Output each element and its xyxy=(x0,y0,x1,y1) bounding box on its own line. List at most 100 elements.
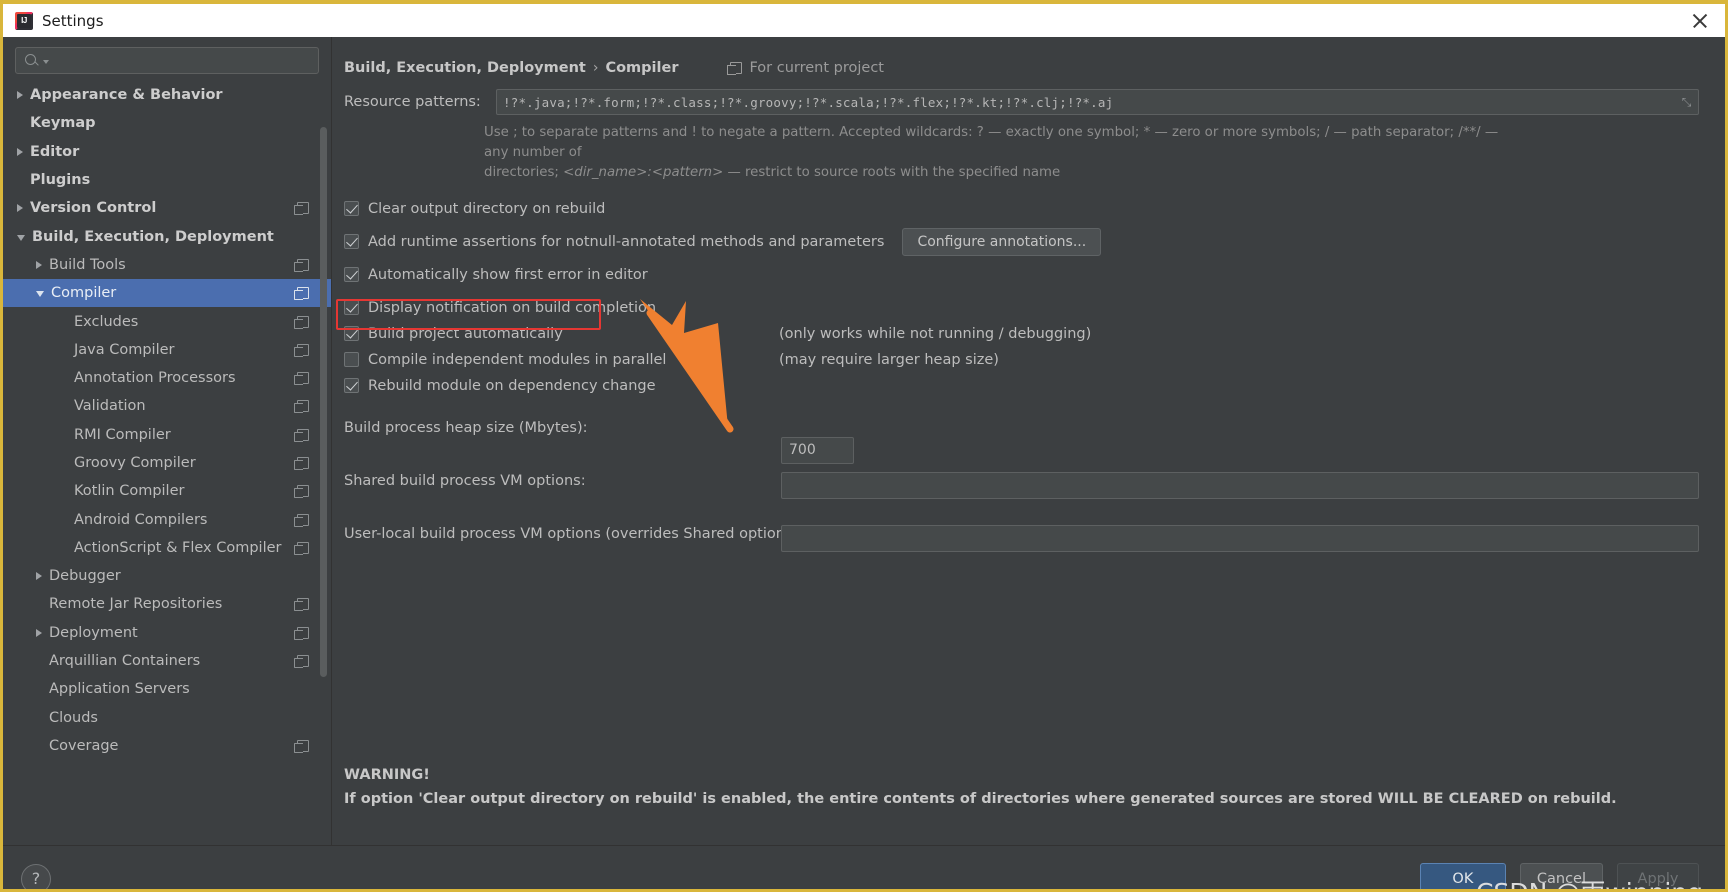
sidebar-item-compiler[interactable]: Compiler xyxy=(3,279,331,308)
sidebar-item-deployment[interactable]: Deployment xyxy=(3,619,331,647)
configure-annotations-button[interactable]: Configure annotations... xyxy=(902,227,1102,256)
checkbox-clear-output-directory-on-rebuild[interactable] xyxy=(344,201,359,217)
checkbox-label[interactable]: Compile independent modules in parallel xyxy=(368,352,666,368)
sidebar-item-label: Excludes xyxy=(74,313,139,330)
chevron-right-icon[interactable] xyxy=(17,147,23,156)
compiler-options-checkbox-list: Clear output directory on rebuild Add run… xyxy=(332,184,1725,399)
sidebar-item-label: Application Servers xyxy=(49,681,190,698)
sidebar-item-version-control[interactable]: Version Control xyxy=(3,194,331,222)
breadcrumb-parent[interactable]: Build, Execution, Deployment xyxy=(344,60,586,76)
checkbox-compile-independent-modules-in-parallel[interactable] xyxy=(344,352,359,368)
checkbox-row: Add runtime assertions for notnull-annot… xyxy=(344,227,1725,256)
chevron-right-icon[interactable] xyxy=(36,628,42,637)
search-input[interactable] xyxy=(53,53,310,68)
chevron-right-icon[interactable] xyxy=(36,260,42,269)
hint-line-2-post: — restrict to source roots with the spec… xyxy=(723,165,1061,181)
checkbox-display-notification-on-build-completion[interactable] xyxy=(344,300,359,316)
dialog-body: Appearance & Behavior Keymap Editor Plugins… xyxy=(3,37,1725,845)
chevron-right-icon[interactable] xyxy=(17,204,23,213)
search-box[interactable] xyxy=(15,47,319,74)
checkbox-row: Clear output directory on rebuild xyxy=(344,196,1725,222)
sidebar-item-label: Validation xyxy=(74,398,146,415)
sidebar-item-arquillian-containers[interactable]: Arquillian Containers xyxy=(3,647,331,675)
checkbox-label[interactable]: Display notification on build completion xyxy=(368,300,656,316)
project-scope-icon xyxy=(294,258,309,272)
heap-size-row: Build process heap size (Mbytes): 700 xyxy=(332,419,1725,464)
warning-block: WARNING! If option 'Clear output directo… xyxy=(344,767,1617,807)
project-scope-icon xyxy=(294,457,309,470)
settings-tree: Appearance & Behavior Keymap Editor Plugins… xyxy=(3,81,331,845)
sidebar-scrollbar-thumb[interactable] xyxy=(320,127,327,677)
checkbox-automatically-show-first-error-in-editor[interactable] xyxy=(344,267,359,283)
checkbox-label[interactable]: Build project automatically xyxy=(368,326,563,342)
checkbox-build-project-automatically[interactable] xyxy=(344,326,359,342)
hint-line-2-emphasis: <dir_name>:<pattern> xyxy=(563,165,724,181)
checkbox-rebuild-module-on-dependency-change[interactable] xyxy=(344,378,359,394)
chevron-down-icon[interactable] xyxy=(17,234,25,241)
project-scope-icon xyxy=(294,343,309,357)
project-scope-icon xyxy=(294,315,309,329)
search-icon xyxy=(24,53,39,68)
heap-size-input[interactable]: 700 xyxy=(781,436,854,464)
checkbox-label[interactable]: Rebuild module on dependency change xyxy=(368,378,656,394)
sidebar-item-excludes[interactable]: Excludes xyxy=(3,307,331,335)
checkbox-label[interactable]: Automatically show first error in editor xyxy=(368,267,648,283)
project-scope-label: For current project xyxy=(749,59,884,76)
sidebar-item-actionscript-flex-compiler[interactable]: ActionScript & Flex Compiler xyxy=(3,534,331,562)
expand-icon[interactable]: ⤡ xyxy=(1680,95,1693,109)
cancel-button[interactable]: Cancel xyxy=(1519,862,1603,889)
hint-line-2-pre: directories; xyxy=(484,165,564,181)
user-vm-options-row: User-local build process VM options (ove… xyxy=(332,524,1725,552)
sidebar-item-build-tools[interactable]: Build Tools xyxy=(3,251,331,279)
sidebar-item-validation[interactable]: Validation xyxy=(3,392,331,420)
sidebar-item-label: Arquillian Containers xyxy=(49,653,201,670)
user-vm-options-input[interactable] xyxy=(781,524,1699,552)
sidebar-item-label: Kotlin Compiler xyxy=(74,483,185,500)
breadcrumb: Build, Execution, Deployment › Compiler … xyxy=(332,37,1725,79)
checkbox-add-runtime-assertions-for-notnull-annotated-methods-and-parameters[interactable] xyxy=(344,234,359,250)
sidebar-item-build-execution-deployment[interactable]: Build, Execution, Deployment xyxy=(3,222,331,250)
sidebar-item-java-compiler[interactable]: Java Compiler xyxy=(3,336,331,364)
chevron-right-icon[interactable] xyxy=(17,91,23,100)
sidebar-scrollbar[interactable] xyxy=(320,127,327,677)
sidebar-item-label: Build Tools xyxy=(49,256,126,273)
sidebar-item-appearance-behavior[interactable]: Appearance & Behavior xyxy=(3,81,331,109)
sidebar-item-label: Appearance & Behavior xyxy=(30,87,223,104)
compiler-settings-panel: Build, Execution, Deployment › Compiler … xyxy=(332,37,1725,845)
sidebar-item-keymap[interactable]: Keymap xyxy=(3,109,331,137)
help-button[interactable]: ? xyxy=(21,863,51,889)
sidebar-item-plugins[interactable]: Plugins xyxy=(3,166,331,194)
sidebar-item-annotation-processors[interactable]: Annotation Processors xyxy=(3,364,331,392)
sidebar-item-coverage[interactable]: Coverage xyxy=(3,732,331,760)
sidebar-item-android-compilers[interactable]: Android Compilers xyxy=(3,505,331,533)
sidebar-item-label: Debugger xyxy=(49,568,121,585)
sidebar-item-remote-jar-repositories[interactable]: Remote Jar Repositories xyxy=(3,590,331,618)
checkbox-label[interactable]: Clear output directory on rebuild xyxy=(368,201,605,217)
sidebar-item-clouds[interactable]: Clouds xyxy=(3,704,331,732)
resource-patterns-hint: Use ; to separate patterns and ! to nega… xyxy=(332,115,1542,184)
project-scope-icon xyxy=(294,541,309,555)
chevron-down-icon[interactable] xyxy=(36,291,44,298)
shared-vm-options-input[interactable] xyxy=(781,471,1699,499)
checkbox-note: (only works while not running / debuggin… xyxy=(779,325,1092,342)
sidebar-item-label: Groovy Compiler xyxy=(74,455,196,471)
search-container xyxy=(3,37,331,81)
warning-title: WARNING! xyxy=(344,767,430,783)
resource-patterns-input[interactable]: !?*.java;!?*.form;!?*.class;!?*.groovy;!… xyxy=(496,89,1699,115)
sidebar-item-label: Java Compiler xyxy=(74,341,175,358)
checkbox-label[interactable]: Add runtime assertions for notnull-annot… xyxy=(368,234,884,250)
chevron-down-icon[interactable] xyxy=(43,60,49,64)
shared-vm-options-label: Shared build process VM options: xyxy=(344,472,586,489)
close-icon[interactable] xyxy=(1689,10,1711,32)
sidebar-item-rmi-compiler[interactable]: RMI Compiler xyxy=(3,421,331,449)
resource-patterns-label: Resource patterns: xyxy=(344,94,481,110)
sidebar-item-editor[interactable]: Editor xyxy=(3,138,331,166)
sidebar-item-application-servers[interactable]: Application Servers xyxy=(3,675,331,703)
sidebar-item-groovy-compiler[interactable]: Groovy Compiler xyxy=(3,449,331,477)
ok-button[interactable]: OK xyxy=(1419,862,1506,889)
chevron-right-icon[interactable] xyxy=(36,572,42,581)
apply-button[interactable]: Apply xyxy=(1617,862,1699,889)
sidebar-item-kotlin-compiler[interactable]: Kotlin Compiler xyxy=(3,477,331,505)
shared-vm-options-row: Shared build process VM options: xyxy=(332,471,1725,499)
sidebar-item-debugger[interactable]: Debugger xyxy=(3,562,331,590)
